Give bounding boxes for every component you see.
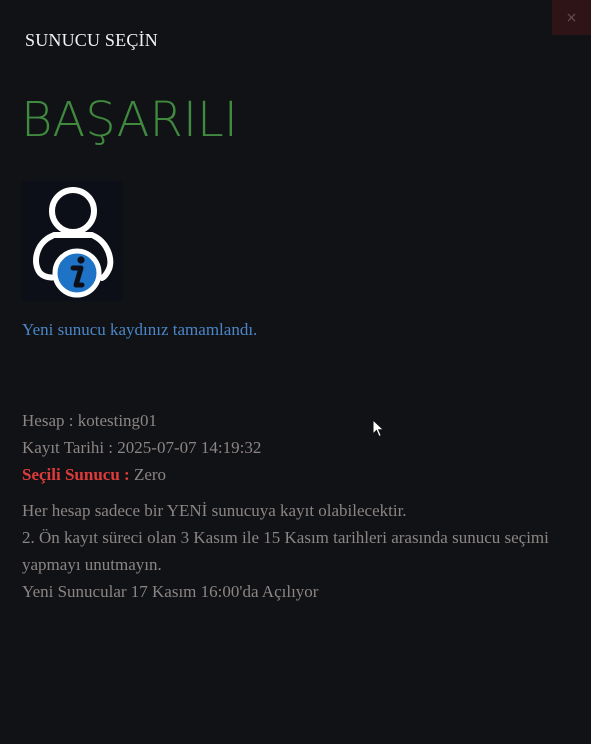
page-title: SUNUCU SEÇİN (25, 30, 158, 50)
success-title: BAŞARILI (21, 92, 238, 148)
selected-server-value: Zero (133, 465, 167, 484)
account-row: Hesap : kotesting01 (22, 407, 261, 434)
success-message: Yeni sunucu kaydınız tamamlandı. (22, 320, 258, 339)
selected-server-row: Seçili Sunucu : Zero (22, 461, 261, 488)
user-info-icon (22, 181, 122, 301)
account-label: Hesap : (22, 411, 74, 430)
mouse-cursor-icon (372, 418, 386, 444)
registration-date-value: 2025-07-07 14:19:32 (117, 438, 262, 457)
notes: Her hesap sadece bir YENİ sunucuya kayıt… (22, 497, 562, 605)
note-line: Yeni Sunucular 17 Kasım 16:00'da Açılıyo… (22, 582, 319, 601)
account-details: Hesap : kotesting01 Kayıt Tarihi : 2025-… (22, 407, 261, 488)
selected-server-label: Seçili Sunucu : (22, 465, 130, 484)
registration-date-label: Kayıt Tarihi : (22, 438, 114, 457)
note-line: Her hesap sadece bir YENİ sunucuya kayıt… (22, 501, 407, 520)
registration-date-row: Kayıt Tarihi : 2025-07-07 14:19:32 (22, 434, 261, 461)
close-icon[interactable]: × (566, 10, 578, 26)
note-line: 2. Ön kayıt süreci olan 3 Kasım ile 15 K… (22, 528, 549, 574)
account-value: kotesting01 (77, 411, 158, 430)
close-button[interactable]: × (552, 0, 591, 35)
